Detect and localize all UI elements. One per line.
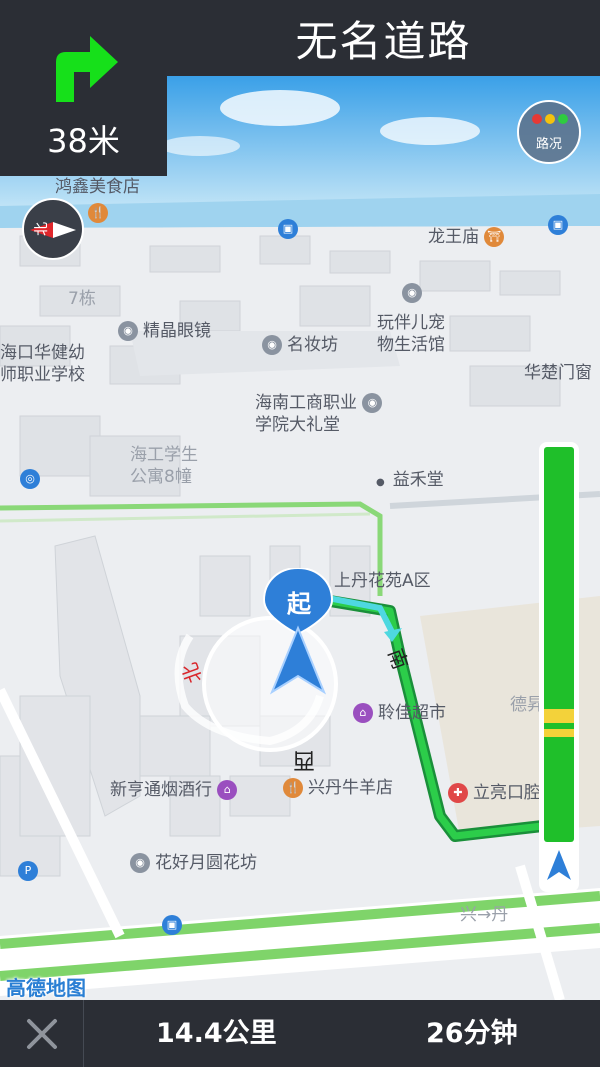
route-progress-track <box>544 447 574 842</box>
poi-label[interactable]: ◉ 花好月圆花坊 <box>130 852 257 874</box>
telecom-icon: ◎ <box>20 468 45 490</box>
close-icon <box>26 1018 57 1049</box>
poi-label[interactable]: 海口华健幼 <box>0 342 85 364</box>
poi-label[interactable]: 物生活馆 <box>377 334 445 356</box>
traffic-light-green <box>558 114 568 124</box>
route-progress-bar <box>539 442 579 892</box>
building-label: 7栋 <box>68 289 96 309</box>
shop-icon: ◉ <box>402 282 427 304</box>
maneuver-distance: 38米 <box>47 122 120 160</box>
building-label: 公寓8幢 <box>130 467 192 487</box>
turn-right-icon <box>56 36 118 102</box>
map-view[interactable]: 鸿鑫美食店 🍴 ▣ ▣ 龙王庙 ⛩ 7栋 ◉ 精晶眼镜 ◉ 名妆坊 ◉ 玩伴儿宠 物… <box>0 76 600 1000</box>
parking-icon: P <box>18 860 43 882</box>
bus-stop-icon: ▣ <box>278 218 303 240</box>
poi-label[interactable]: 上丹花苑A区 <box>334 570 431 592</box>
maneuver-panel: 38米 <box>0 0 167 176</box>
building-label: 海工学生 <box>130 445 198 465</box>
poi-label[interactable]: ● 益禾堂 <box>376 469 444 494</box>
brand-logo: 高德地图 <box>6 976 86 1000</box>
bus-stop-icon: ▣ <box>548 214 573 236</box>
compass-north-label: 北 <box>34 222 50 236</box>
poi-label[interactable]: 新亨通烟酒行 ⌂ <box>110 779 242 801</box>
poi-label[interactable]: ◉ 名妆坊 <box>262 334 338 356</box>
poi-label[interactable]: 龙王庙 ⛩ <box>428 226 509 248</box>
remaining-distance: 14.4公里 <box>156 1018 277 1049</box>
bus-stop-icon: ▣ <box>162 914 187 936</box>
traffic-light-icon <box>532 114 568 124</box>
poi-label[interactable]: ⌂ 聆佳超市 <box>353 702 446 724</box>
poi-label[interactable]: 学院大礼堂 <box>255 414 340 436</box>
exit-navigation-button[interactable] <box>0 1000 84 1067</box>
traffic-light-red <box>532 114 542 124</box>
poi-label[interactable]: 华楚门窗 <box>524 362 592 384</box>
traffic-button-label: 路况 <box>535 137 562 152</box>
navigation-arrow-icon <box>547 850 571 880</box>
direction-west-label: 西 <box>293 747 316 772</box>
start-marker-label: 起 <box>287 590 311 618</box>
poi-label[interactable]: ✚ 立亮口腔 <box>448 782 541 804</box>
congestion-segment <box>544 729 574 737</box>
current-road-name: 无名道路 <box>295 16 472 66</box>
poi-label[interactable]: 玩伴儿宠 <box>377 312 445 334</box>
poi-label[interactable]: ◉ 精晶眼镜 <box>118 320 211 342</box>
navigation-footer: 14.4公里 26分钟 <box>0 1000 600 1067</box>
congestion-segment <box>544 709 574 723</box>
poi-label[interactable]: 海南工商职业 ◉ <box>255 392 387 414</box>
traffic-light-yellow <box>545 114 555 124</box>
road-label: 兴→丹 <box>460 905 509 925</box>
compass-button[interactable]: 北 <box>22 198 84 260</box>
traffic-toggle-button[interactable]: 路况 <box>517 100 581 164</box>
restaurant-icon: 🍴 <box>88 202 113 224</box>
poi-label[interactable]: 师职业学校 <box>0 364 85 386</box>
poi-label[interactable]: 鸿鑫美食店 <box>55 176 140 198</box>
remaining-time: 26分钟 <box>426 1018 518 1049</box>
poi-label[interactable]: 🍴 兴丹牛羊店 <box>283 777 393 799</box>
